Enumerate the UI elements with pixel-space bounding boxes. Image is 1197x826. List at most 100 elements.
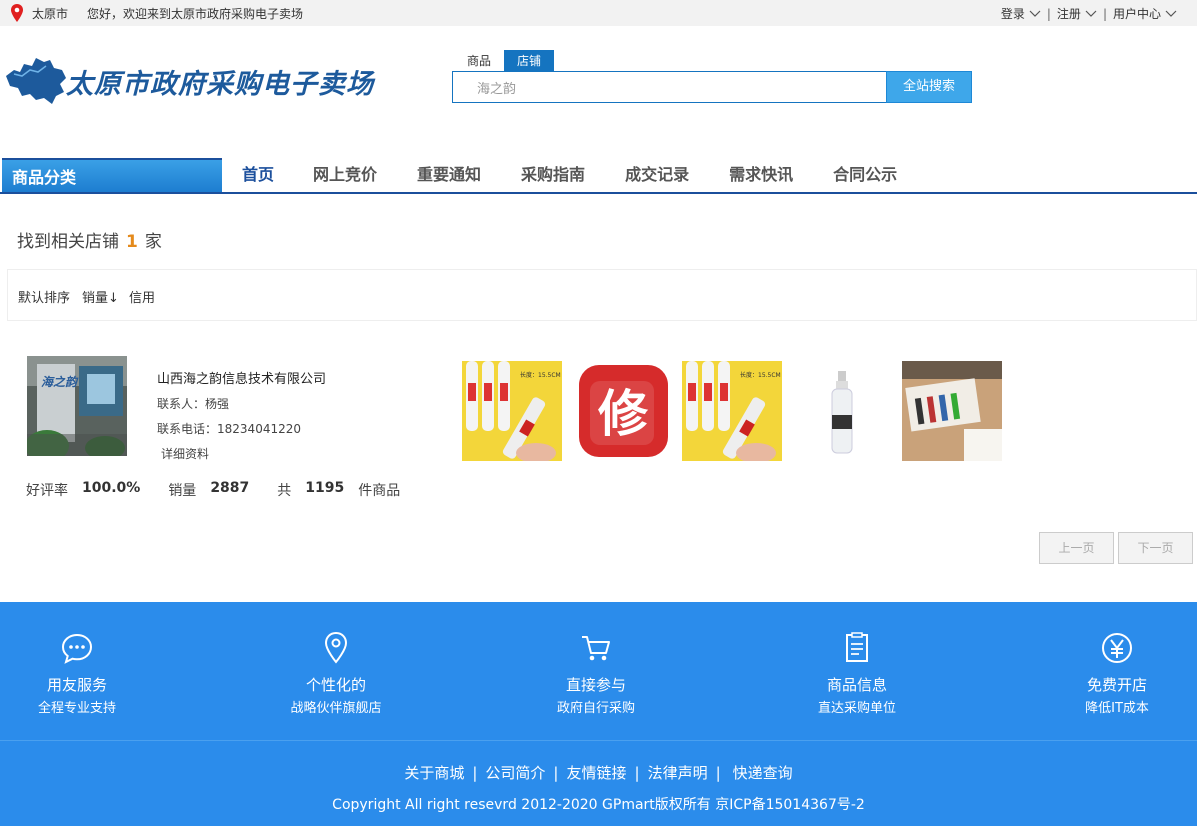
separator: | <box>1046 6 1051 21</box>
feature-sub: 战略伙伴旗舰店 <box>290 701 382 716</box>
chevron-down-icon <box>1085 10 1097 17</box>
search-tab-stores[interactable]: 店铺 <box>504 50 554 72</box>
total-unit: 件商品 <box>358 483 401 499</box>
next-page-button[interactable]: 下一页 <box>1118 532 1193 564</box>
feature-sub: 全程专业支持 <box>37 701 116 716</box>
chat-icon <box>61 633 93 664</box>
pen-set-image <box>902 361 1002 461</box>
nav-item-guide[interactable]: 采购指南 <box>521 158 585 192</box>
yen-icon <box>1102 633 1132 663</box>
user-center-label: 用户中心 <box>1112 7 1161 21</box>
feature-sub: 直达采购单位 <box>817 701 896 716</box>
footer-link-express[interactable]: 快递查询 <box>733 764 793 782</box>
store-detail-link[interactable]: 详细资料 <box>161 445 209 462</box>
copyright: Copyright All right resevrd 2012-2020 GP… <box>332 797 865 813</box>
feature-title: 用友服务 <box>46 676 107 694</box>
sort-bar: 默认排序 销量↓ 信用 <box>7 269 1197 321</box>
store-phone: 联系电话：18234041220 <box>157 420 301 437</box>
register-link[interactable]: 注册 <box>1057 5 1097 22</box>
location-selector[interactable]: 太原市 <box>10 4 68 22</box>
search-button[interactable]: 全站搜索 <box>886 71 972 103</box>
nav-divider <box>0 192 1197 194</box>
nav-item-demand[interactable]: 需求快讯 <box>729 158 793 192</box>
feature-info: 商品信息 直达采购单位 <box>767 630 947 716</box>
search-box <box>452 71 887 103</box>
rating-value: 100.0% <box>82 480 141 496</box>
result-suffix: 家 <box>144 232 162 252</box>
top-bar: 太原市 您好，欢迎来到太原市政府采购电子卖场 登录 | 注册 | 用户中心 <box>0 0 1197 26</box>
chevron-down-icon <box>1165 10 1177 17</box>
product-label: 长度：15.5CM <box>740 371 781 379</box>
separator: | <box>1102 6 1107 21</box>
document-icon <box>846 632 868 662</box>
contact-label: 联系人： <box>157 397 206 411</box>
nav-item-home[interactable]: 首页 <box>242 158 274 192</box>
search-input[interactable] <box>453 72 886 102</box>
store-stats: 好评率 100.0% 销量 2887 共 1195 件商品 <box>26 480 400 500</box>
prev-page-button[interactable]: 上一页 <box>1039 532 1114 564</box>
product-thumbnail[interactable]: 长度：15.5CM <box>462 361 562 461</box>
feature-sub: 降低IT成本 <box>1085 701 1149 716</box>
register-label: 注册 <box>1056 7 1081 21</box>
total-label: 共 <box>277 483 292 499</box>
footer-link-friends[interactable]: 友情链接 <box>566 764 626 782</box>
store-avatar[interactable]: 海之韵 <box>27 356 127 456</box>
feature-title: 免费开店 <box>1086 676 1147 694</box>
total-value: 1195 <box>305 480 345 496</box>
nav-item-notices[interactable]: 重要通知 <box>417 158 481 192</box>
chevron-down-icon <box>1029 10 1041 17</box>
separator: | <box>553 764 559 782</box>
product-thumbnail[interactable]: 长度：15.5CM <box>682 361 782 461</box>
footer-link-company[interactable]: 公司简介 <box>485 764 545 782</box>
rating-label: 好评率 <box>26 483 68 499</box>
login-link[interactable]: 登录 <box>1001 5 1041 22</box>
sales-label: 销量 <box>168 483 197 499</box>
search-tabs: 商品 店铺 <box>454 50 554 72</box>
category-menu-button[interactable]: 商品分类 <box>2 158 222 192</box>
sort-default[interactable]: 默认排序 <box>18 287 70 306</box>
feature-flagship: 个性化的 战略伙伴旗舰店 <box>246 630 426 716</box>
footer-link-legal[interactable]: 法律声明 <box>648 764 708 782</box>
result-count: 找到相关店铺 1 家 <box>17 227 162 252</box>
login-label: 登录 <box>1000 7 1025 21</box>
nav-item-contracts[interactable]: 合同公示 <box>833 158 897 192</box>
feature-title: 个性化的 <box>305 676 366 694</box>
feature-procurement: 直接参与 政府自行采购 <box>506 630 686 716</box>
store-name[interactable]: 山西海之韵信息技术有限公司 <box>157 368 326 387</box>
product-thumbnail[interactable] <box>902 361 1002 461</box>
nav-item-deals[interactable]: 成交记录 <box>625 158 689 192</box>
separator: | <box>472 764 478 782</box>
spray-bottle-image <box>792 361 892 461</box>
footer-links: 关于商城 | 公司简介 | 友情链接 | 法律声明 | 快递查询 <box>0 762 1197 783</box>
feature-title: 商品信息 <box>826 676 887 694</box>
result-prefix: 找到相关店铺 <box>17 232 119 252</box>
sales-value: 2887 <box>210 480 250 496</box>
separator: | <box>634 764 640 782</box>
nav-item-bidding[interactable]: 网上竞价 <box>313 158 377 192</box>
welcome-text: 您好，欢迎来到太原市政府采购电子卖场 <box>87 7 304 21</box>
sort-sales[interactable]: 销量↓ <box>82 287 119 306</box>
search-tab-goods[interactable]: 商品 <box>454 50 504 72</box>
location-pin-icon <box>11 4 23 22</box>
feature-service: 用友服务 全程专业支持 <box>0 630 167 716</box>
footer-divider <box>0 740 1197 741</box>
product-thumbnail[interactable]: 修 <box>572 361 672 461</box>
separator: | <box>715 764 721 782</box>
result-number: 1 <box>126 232 138 252</box>
marker-pens-image: 长度：15.5CM <box>462 361 562 461</box>
contact-name: 杨强 <box>205 397 230 411</box>
cart-icon <box>582 636 610 661</box>
site-logo[interactable]: 太原市政府采购电子卖场 <box>4 54 374 110</box>
marker-pens-image: 长度：15.5CM <box>682 361 782 461</box>
product-badge-text: 修 <box>598 385 649 443</box>
store-contact: 联系人：杨强 <box>157 395 229 412</box>
product-thumbnail[interactable] <box>792 361 892 461</box>
map-logo-icon <box>6 58 66 104</box>
footer-link-about[interactable]: 关于商城 <box>404 764 464 782</box>
user-center-link[interactable]: 用户中心 <box>1113 5 1177 22</box>
phone-number: 18234041220 <box>217 422 301 436</box>
phone-label: 联系电话： <box>157 422 218 436</box>
main-nav: 首页 网上竞价 重要通知 采购指南 成交记录 需求快讯 合同公示 <box>222 158 897 192</box>
sort-credit[interactable]: 信用 <box>129 287 155 306</box>
feature-open-store: 免费开店 降低IT成本 <box>1027 630 1197 716</box>
